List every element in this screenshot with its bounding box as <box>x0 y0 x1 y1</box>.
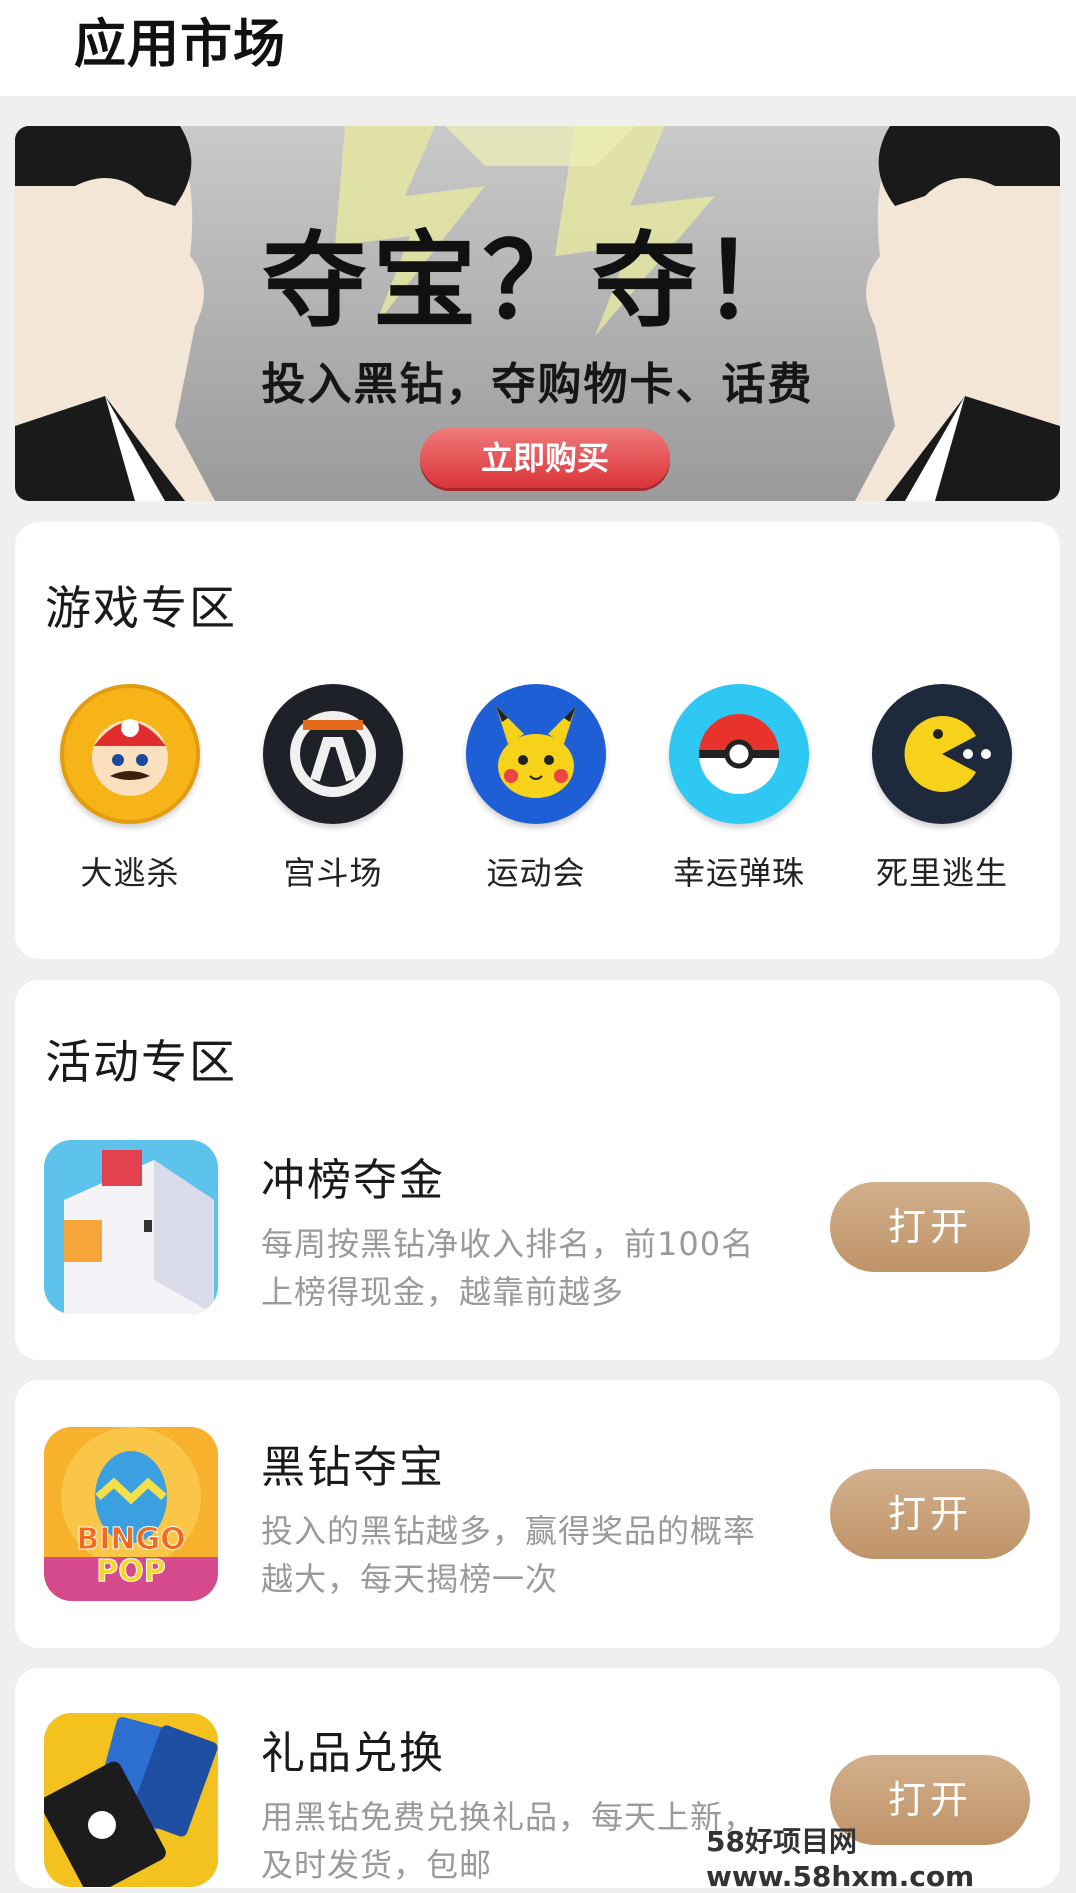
game-item-palace-fight[interactable]: 宫斗场 <box>243 684 423 894</box>
activity-title: 冲榜夺金 <box>261 1155 445 1206</box>
game-item-sports-meet[interactable]: 运动会 <box>446 684 626 894</box>
section-title-activities: 活动专区 <box>45 1035 237 1089</box>
activity-title: 礼品兑换 <box>261 1728 445 1779</box>
activity-description: 每周按黑钻净收入排名，前100名上榜得现金，越靠前越多 <box>261 1225 755 1311</box>
page-title: 应用市场 <box>74 15 287 75</box>
pokeball-icon <box>669 684 809 824</box>
game-label: 运动会 <box>486 854 586 892</box>
promo-banner[interactable]: 夺宝？夺！ 投入黑钻，夺购物卡、话费 立即购买 <box>15 126 1060 501</box>
banner-subtitle: 投入黑钻，夺购物卡、话费 <box>261 359 814 410</box>
pikachu-icon <box>466 684 606 824</box>
pacman-icon <box>872 684 1012 824</box>
game-label: 死里逃生 <box>875 854 1008 892</box>
activity-description: 用黑钻免费兑换礼品，每天上新，及时发货，包邮 <box>261 1798 757 1884</box>
svg-text:POP: POP <box>96 1554 165 1589</box>
games-section: 游戏专区 大逃杀 宫斗场 运动会 幸运弹珠 死里逃生 <box>15 522 1060 959</box>
buy-now-button[interactable]: 立即购买 <box>420 428 670 488</box>
bingo-pop-icon: BINGO POP <box>44 1427 218 1601</box>
game-item-escape-death[interactable]: 死里逃生 <box>852 684 1032 894</box>
section-title-games: 游戏专区 <box>45 581 237 635</box>
game-label: 大逃杀 <box>80 854 180 892</box>
svg-text:BINGO: BINGO <box>76 1522 185 1557</box>
app-header: 应用市场 <box>0 0 1076 96</box>
game-item-battle-royale[interactable]: 大逃杀 <box>40 684 220 894</box>
activity-row-rank[interactable]: 冲榜夺金 每周按黑钻净收入排名，前100名上榜得现金，越靠前越多 打开 <box>15 1140 1060 1315</box>
mario-face-icon <box>60 684 200 824</box>
crossy-chicken-icon <box>44 1140 218 1314</box>
activity-row-treasure[interactable]: BINGO POP 黑钻夺宝 投入的黑钻越多，赢得奖品的概率越大，每天揭榜一次 … <box>15 1427 1060 1602</box>
game-label: 宫斗场 <box>283 854 383 892</box>
activity-title: 黑钻夺宝 <box>261 1442 445 1493</box>
game-item-lucky-pinball[interactable]: 幸运弹珠 <box>649 684 829 894</box>
site-watermark: 58好项目网www.58hxm.com <box>706 1825 975 1893</box>
gift-cards-icon <box>44 1713 218 1887</box>
open-button[interactable]: 打开 <box>830 1182 1030 1272</box>
banner-headline: 夺宝？夺！ <box>262 219 813 342</box>
banner-pagination <box>495 492 567 501</box>
game-label: 幸运弹珠 <box>672 854 805 892</box>
open-button[interactable]: 打开 <box>830 1469 1030 1559</box>
activity-description: 投入的黑钻越多，赢得奖品的概率越大，每天揭榜一次 <box>261 1512 757 1598</box>
overwatch-logo-icon <box>263 684 403 824</box>
